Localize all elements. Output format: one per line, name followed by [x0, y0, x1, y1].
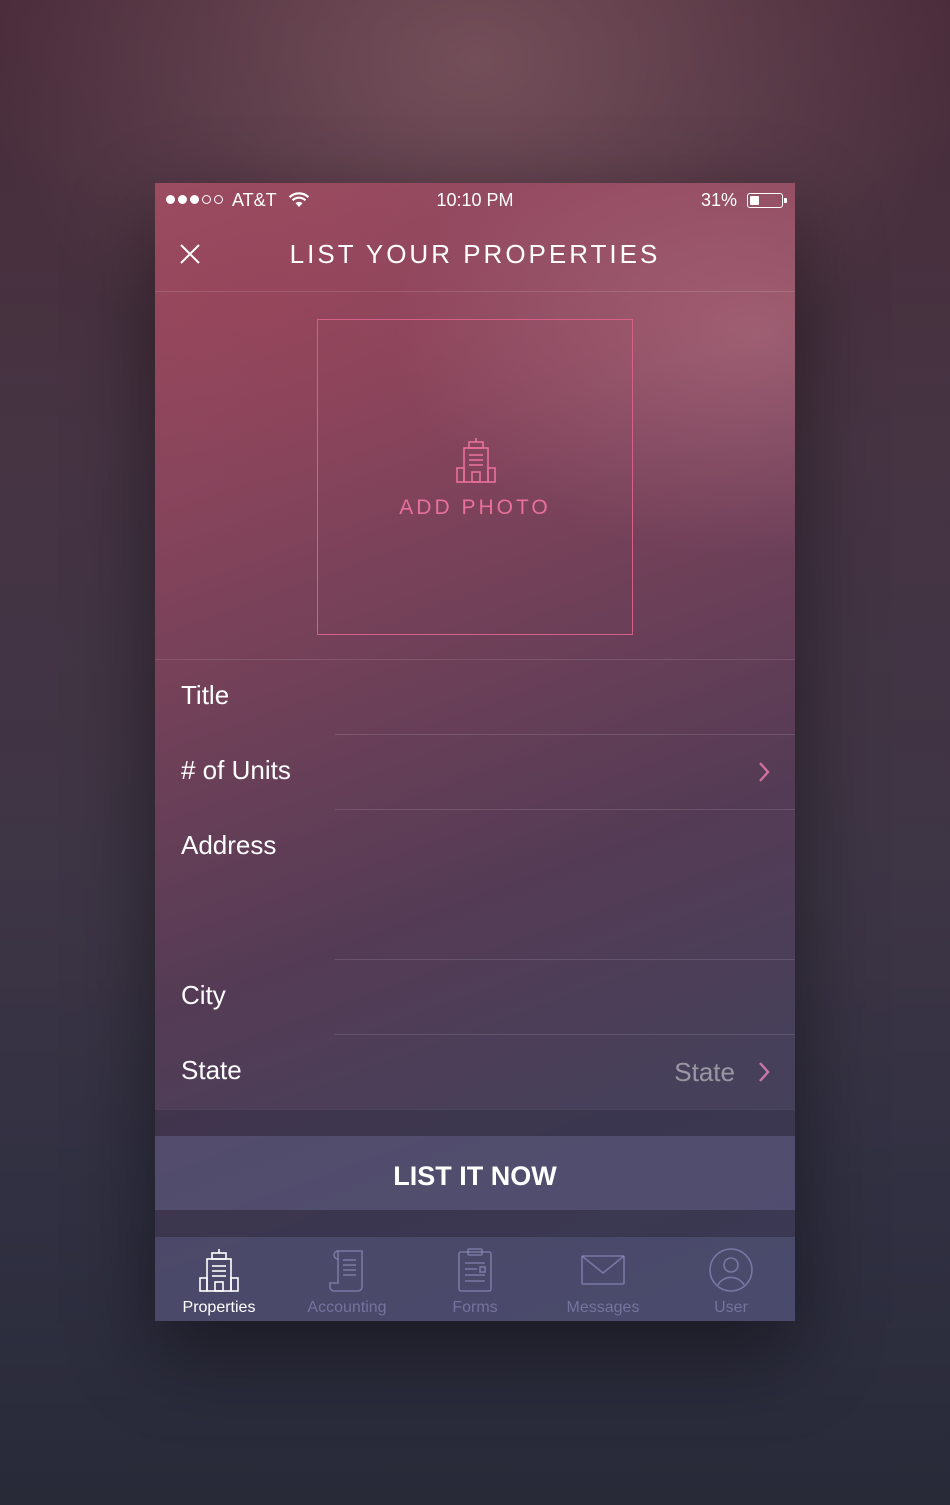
- field-label: Address: [181, 830, 277, 860]
- phone-screen: AT&T 10:10 PM 31% LIST YOUR PROPERTIES A…: [155, 183, 795, 1321]
- state-field[interactable]: State State: [155, 1035, 795, 1110]
- divider: [155, 1109, 795, 1136]
- clipboard-icon: [458, 1248, 492, 1292]
- field-label: Title: [181, 680, 230, 710]
- title-field[interactable]: Title: [155, 660, 795, 735]
- battery-percent: 31%: [700, 190, 737, 210]
- tab-messages[interactable]: Messages: [539, 1237, 667, 1321]
- nav-bar: LIST YOUR PROPERTIES: [155, 219, 795, 292]
- field-label: # of Units: [181, 755, 291, 785]
- property-form: Title # of Units Address City State Stat…: [155, 659, 795, 1110]
- photo-section: ADD PHOTO: [155, 292, 795, 659]
- tab-accounting[interactable]: Accounting: [283, 1237, 411, 1321]
- field-label: State: [181, 1055, 242, 1085]
- status-bar: AT&T 10:10 PM 31%: [155, 183, 795, 219]
- tab-label: Properties: [182, 1299, 256, 1316]
- tab-label: Accounting: [307, 1299, 387, 1316]
- status-time: 10:10 PM: [436, 190, 514, 210]
- tab-label: Messages: [566, 1299, 640, 1316]
- building-icon: [199, 1249, 239, 1292]
- building-icon: [456, 438, 496, 483]
- page-title: LIST YOUR PROPERTIES: [289, 239, 661, 269]
- list-it-now-button[interactable]: LIST IT NOW: [155, 1136, 795, 1210]
- state-value: State: [674, 1057, 735, 1087]
- battery-icon: [747, 193, 787, 208]
- tab-label: User: [714, 1299, 748, 1316]
- address-field[interactable]: Address: [155, 810, 795, 960]
- tab-label: Forms: [452, 1299, 498, 1316]
- add-photo-label: ADD PHOTO: [399, 496, 551, 519]
- envelope-icon: [581, 1255, 625, 1285]
- city-field[interactable]: City: [155, 960, 795, 1035]
- scroll-icon: [329, 1250, 363, 1292]
- tab-user[interactable]: User: [667, 1237, 795, 1321]
- tab-bar: Properties Accounting Forms Messages Use…: [155, 1237, 795, 1321]
- units-field[interactable]: # of Units: [155, 735, 795, 810]
- chevron-right-icon: [759, 1062, 770, 1082]
- divider: [155, 1210, 795, 1237]
- tab-properties[interactable]: Properties: [155, 1237, 283, 1321]
- field-label: City: [181, 980, 226, 1010]
- chevron-right-icon: [759, 762, 770, 782]
- user-icon: [709, 1248, 753, 1292]
- tab-forms[interactable]: Forms: [411, 1237, 539, 1321]
- add-photo-button[interactable]: ADD PHOTO: [317, 319, 633, 635]
